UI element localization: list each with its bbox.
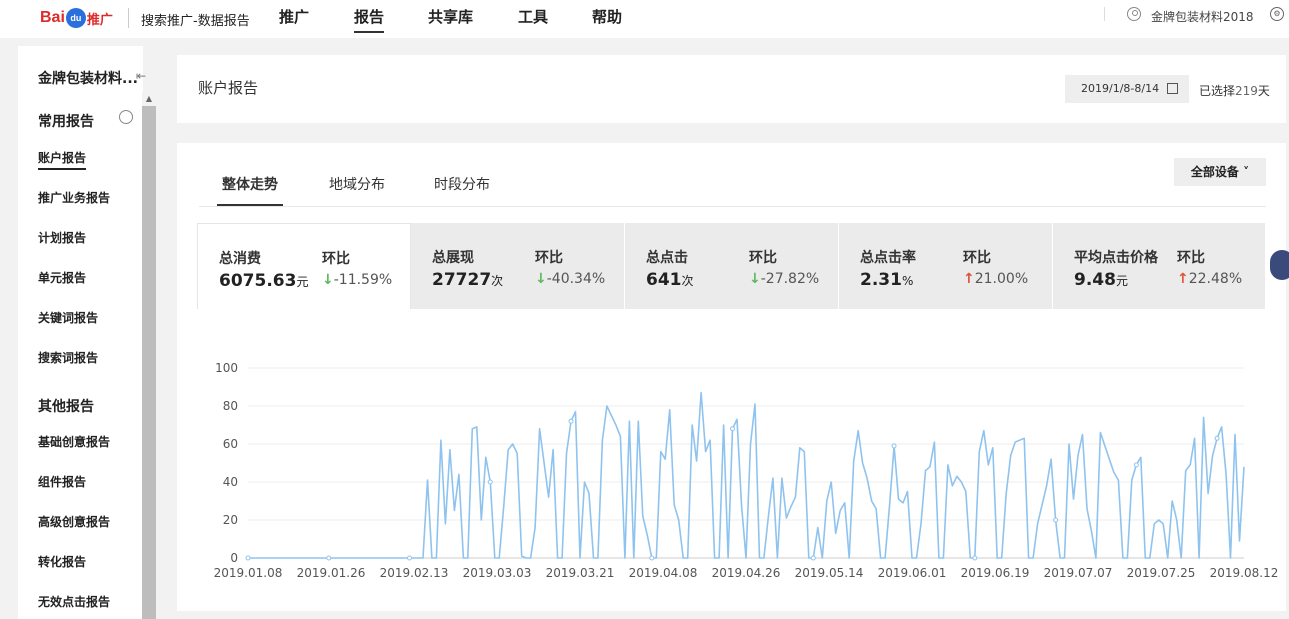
- selected-days-suffix: 天: [1257, 84, 1270, 98]
- data-point[interactable]: [568, 418, 574, 424]
- sidebar-account-name[interactable]: 金牌包装材料...: [38, 68, 138, 88]
- logo-paw-icon: du: [65, 8, 86, 28]
- user-icon[interactable]: [1127, 7, 1141, 21]
- header-divider: [128, 8, 129, 28]
- data-point[interactable]: [1053, 517, 1059, 523]
- data-point[interactable]: [326, 555, 332, 561]
- calendar-icon: [1167, 83, 1178, 94]
- gear-icon[interactable]: [119, 110, 133, 124]
- sidebar-scrollbar[interactable]: [142, 92, 156, 619]
- user-name[interactable]: 金牌包装材料2018: [1151, 8, 1254, 25]
- sidebar-item-account-report[interactable]: 账户报告: [38, 149, 87, 170]
- series-line: [248, 391, 1245, 559]
- sidebar-item-unit-report[interactable]: 单元报告: [38, 269, 86, 286]
- floating-helper-widget[interactable]: [1270, 250, 1289, 280]
- date-range-picker[interactable]: 2019/1/8-8/14: [1065, 75, 1189, 103]
- trend-line-chart[interactable]: 0 20 40 60 80 100 2019.01.08 2019.01.26 2019.02.…: [177, 143, 1286, 611]
- x-tick-label: 2019.03.03: [463, 566, 532, 580]
- sidebar: 金牌包装材料... ⇤ 常用报告 账户报告 推广业务报告 计划报告 单元报告 关…: [18, 46, 146, 619]
- data-point[interactable]: [407, 555, 413, 561]
- x-tick-label: 2019.04.26: [712, 566, 781, 580]
- data-point[interactable]: [810, 555, 816, 561]
- sidebar-item-advanced-creative-report[interactable]: 高级创意报告: [38, 513, 110, 530]
- nav-report[interactable]: 报告: [354, 6, 385, 33]
- scroll-up-icon[interactable]: ▲: [142, 92, 156, 106]
- y-tick-label: 80: [223, 399, 238, 413]
- sidebar-item-component-report[interactable]: 组件报告: [38, 473, 86, 490]
- logo-text-suffix: 推广: [86, 11, 113, 27]
- nav-promotion[interactable]: 推广: [279, 6, 309, 27]
- nav-tools[interactable]: 工具: [518, 6, 548, 27]
- nav-shared-library[interactable]: 共享库: [428, 6, 473, 27]
- sidebar-item-basic-creative-report[interactable]: 基础创意报告: [38, 433, 110, 450]
- logo-text-bai: Bai: [40, 9, 65, 26]
- data-point[interactable]: [1133, 462, 1139, 468]
- data-point[interactable]: [972, 555, 978, 561]
- x-tick-label: 2019.03.21: [546, 566, 615, 580]
- y-tick-label: 0: [230, 551, 238, 565]
- app-title: 搜索推广-数据报告: [141, 14, 250, 29]
- page-title: 账户报告: [198, 79, 259, 97]
- x-tick-label: 2019.01.08: [214, 566, 283, 580]
- data-point[interactable]: [1214, 435, 1220, 441]
- sidebar-item-plan-report[interactable]: 计划报告: [38, 229, 86, 246]
- report-header: 账户报告 2019/1/8-8/14 已选择219天: [177, 55, 1286, 123]
- x-tick-label: 2019.02.13: [380, 566, 449, 580]
- sidebar-item-conversion-report[interactable]: 转化报告: [38, 553, 86, 570]
- x-tick-label: 2019.05.14: [795, 566, 864, 580]
- date-range-text: 2019/1/8-8/14: [1081, 82, 1160, 95]
- data-point[interactable]: [891, 443, 897, 449]
- sidebar-item-business-report[interactable]: 推广业务报告: [38, 189, 110, 206]
- selected-days: 已选择219天: [1199, 82, 1270, 99]
- sidebar-group-common: 常用报告: [38, 114, 94, 130]
- top-bar: Bai du 推广 搜索推广-数据报告 推广 报告 共享库 工具 帮助 金牌包装…: [0, 0, 1289, 38]
- settings-icon[interactable]: ⚙: [1270, 7, 1284, 21]
- nav-help[interactable]: 帮助: [592, 6, 622, 27]
- data-point[interactable]: [649, 555, 655, 561]
- y-tick-label: 60: [223, 437, 238, 451]
- x-tick-label: 2019.06.19: [961, 566, 1030, 580]
- user-divider: [1104, 7, 1105, 21]
- data-point[interactable]: [487, 479, 493, 485]
- data-point[interactable]: [730, 426, 736, 432]
- x-tick-label: 2019.01.26: [297, 566, 366, 580]
- x-tick-label: 2019.07.07: [1044, 566, 1113, 580]
- main-panel: 整体走势 地域分布 时段分布 全部设备 ˅ 总消费 6075.63元 环比 ↓-…: [177, 143, 1286, 611]
- sidebar-item-invalid-click-report[interactable]: 无效点击报告: [38, 593, 110, 610]
- x-tick-label: 2019.07.25: [1127, 566, 1196, 580]
- collapse-sidebar-icon[interactable]: ⇤: [136, 69, 146, 83]
- y-tick-label: 20: [223, 513, 238, 527]
- x-tick-label: 2019.08.12: [1210, 566, 1279, 580]
- data-point[interactable]: [245, 555, 251, 561]
- selected-days-prefix: 已选择: [1199, 84, 1236, 98]
- selected-days-count: 219: [1235, 84, 1258, 98]
- x-tick-label: 2019.04.08: [629, 566, 698, 580]
- sidebar-item-keyword-report[interactable]: 关键词报告: [38, 309, 98, 326]
- sidebar-item-search-term-report[interactable]: 搜索词报告: [38, 349, 98, 366]
- y-tick-label: 100: [215, 361, 238, 375]
- sidebar-group-other: 其他报告: [38, 399, 94, 415]
- y-tick-label: 40: [223, 475, 238, 489]
- baidu-logo[interactable]: Bai du 推广: [40, 7, 113, 29]
- x-tick-label: 2019.06.01: [878, 566, 947, 580]
